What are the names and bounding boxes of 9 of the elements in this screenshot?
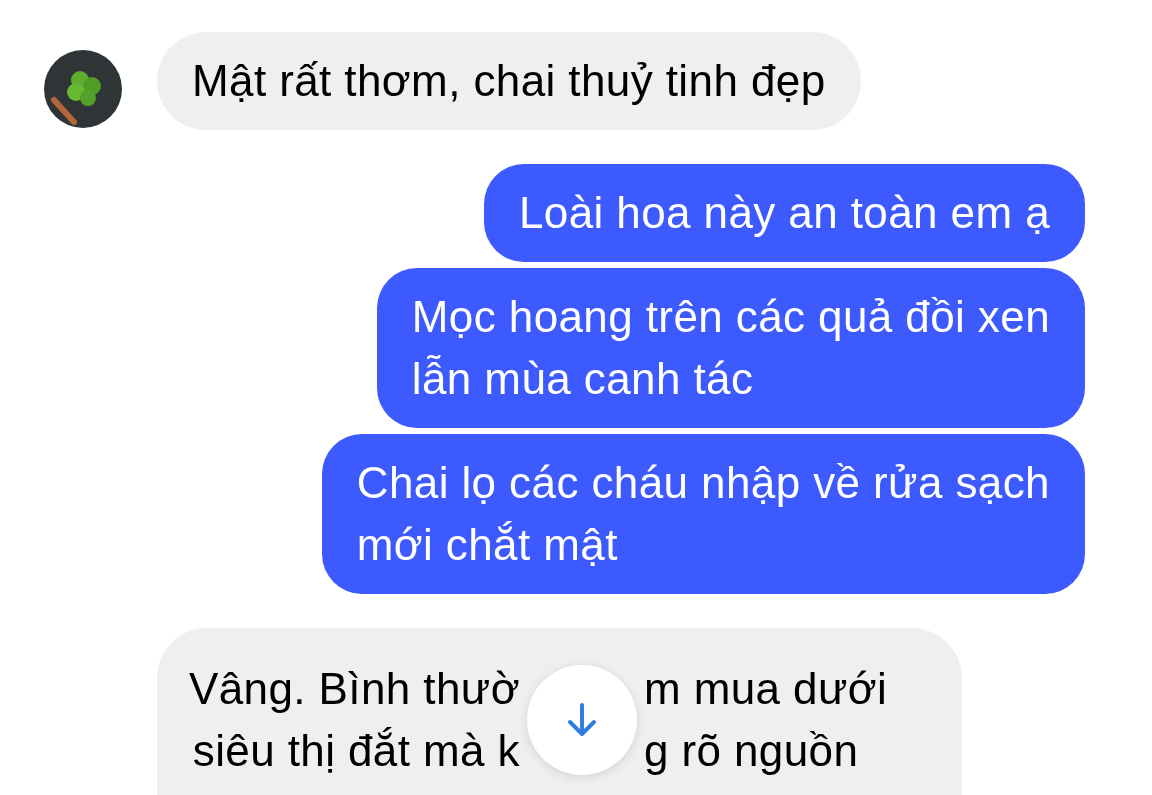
message-bubble: Loài hoa này an toàn em ạ <box>483 164 1085 262</box>
message-bubble: Mọc hoang trên các quả đồi xen lẫn mùa canh tác <box>376 268 1085 428</box>
message-text-fragment: siêu thị đắt mà k <box>192 725 520 777</box>
message-bubble: Chai lọ các cháu nhập về rửa sạch mới chắt mật <box>321 434 1085 594</box>
message-text-fragment: Vâng. Bình thườ <box>189 663 520 715</box>
message-text-fragment: m mua dưới <box>643 663 888 715</box>
message-text-fragment: g rõ nguồn <box>643 725 860 777</box>
arrow-down-icon <box>565 702 598 738</box>
message-bubble: Mật rất thơm, chai thuỷ tinh đẹp <box>157 32 861 130</box>
